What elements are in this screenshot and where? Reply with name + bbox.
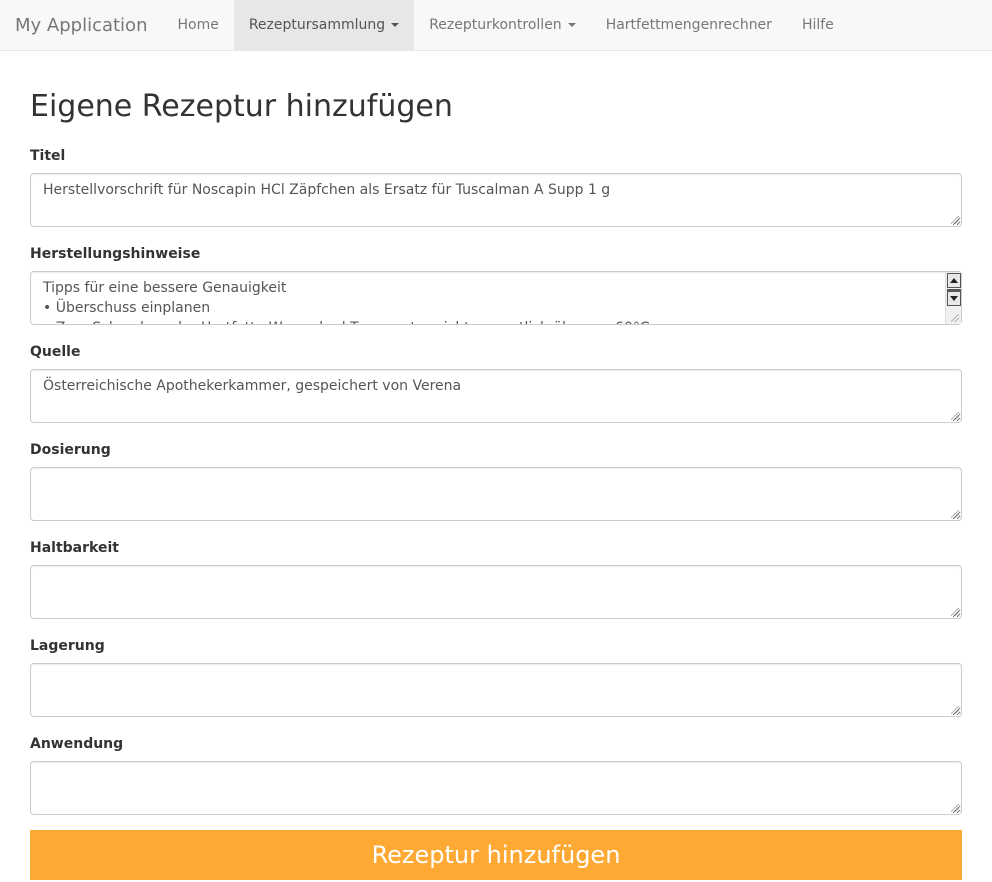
form-group-quelle: Quelle Österreichische Apothekerkammer, … [30,343,962,423]
nav-item-hilfe[interactable]: Hilfe [787,0,849,50]
titel-input[interactable]: Herstellvorschrift für Noscapin HCl Zäpf… [30,173,962,227]
caret-down-icon [391,23,400,27]
herstellungshinweise-field-wrap: Tipps für eine bessere Genauigkeit • Übe… [30,271,962,325]
nav-item-rezepturkontrollen[interactable]: Rezepturkontrollen [414,0,591,50]
dosierung-input[interactable] [30,467,962,521]
haltbarkeit-label: Haltbarkeit [30,540,119,556]
nav-item-label: Rezepturkontrollen [429,17,562,33]
anwendung-label: Anwendung [30,736,124,752]
form-group-dosierung: Dosierung [30,441,962,521]
haltbarkeit-field-wrap [30,565,962,619]
nav-item-label: Rezeptursammlung [248,17,386,33]
page-title: Eigene Rezeptur hinzufügen [30,89,453,124]
form-group-haltbarkeit: Haltbarkeit [30,539,962,619]
quelle-field-wrap: Österreichische Apothekerkammer, gespeic… [30,369,962,423]
herstellungshinweise-label: Herstellungshinweise [30,246,201,262]
anwendung-input[interactable] [30,761,962,815]
navbar: My Application Home Rezeptursammlung Rez… [0,0,992,51]
form-group-lagerung: Lagerung [30,637,962,717]
scroll-down-button[interactable] [947,291,961,306]
scrollbar[interactable] [945,272,961,324]
titel-field-wrap: Herstellvorschrift für Noscapin HCl Zäpf… [30,173,962,227]
lagerung-field-wrap [30,663,962,717]
dosierung-field-wrap [30,467,962,521]
haltbarkeit-input[interactable] [30,565,962,619]
dosierung-label: Dosierung [30,442,111,458]
recipe-form: Titel Herstellvorschrift für Noscapin HC… [30,147,962,880]
nav-item-rezeptursammlung[interactable]: Rezeptursammlung [233,0,415,50]
add-recipe-button[interactable]: Rezeptur hinzufügen [30,830,962,880]
herstellungshinweise-input[interactable]: Tipps für eine bessere Genauigkeit • Übe… [30,271,962,325]
titel-label: Titel [30,148,66,164]
caret-down-icon [567,23,576,27]
nav-item-label: Home [177,17,219,33]
quelle-input[interactable]: Österreichische Apothekerkammer, gespeic… [30,369,962,423]
main-content: Eigene Rezeptur hinzufügen Titel Herstel… [0,87,992,880]
arrow-up-icon [950,278,958,283]
nav-item-label: Hartfettmengenrechner [605,17,772,33]
form-group-hinweise: Herstellungshinweise Tipps für eine bess… [30,245,962,325]
lagerung-label: Lagerung [30,638,105,654]
quelle-label: Quelle [30,344,81,360]
arrow-down-icon [950,296,958,301]
scroll-up-button[interactable] [947,273,961,288]
form-group-titel: Titel Herstellvorschrift für Noscapin HC… [30,147,962,227]
anwendung-field-wrap [30,761,962,815]
lagerung-input[interactable] [30,663,962,717]
nav-item-home[interactable]: Home [162,0,233,50]
navbar-brand[interactable]: My Application [0,0,162,50]
nav-item-label: Hilfe [801,17,834,33]
form-group-anwendung: Anwendung [30,735,962,815]
nav-item-hartfettmengenrechner[interactable]: Hartfettmengenrechner [591,0,787,50]
